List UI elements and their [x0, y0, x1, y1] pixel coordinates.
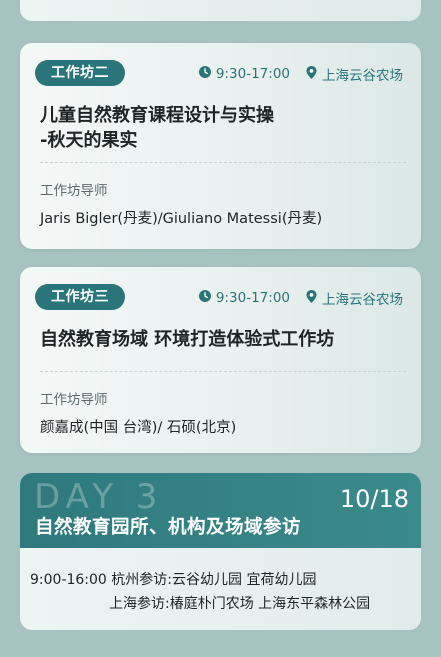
- workshop-location: 上海云谷农场: [322, 292, 403, 308]
- schedule-time: 9:00-16:00: [30, 572, 107, 588]
- schedule-line-2: 上海参访:椿庭朴门农场 上海东平森林公园: [109, 596, 371, 612]
- clock-icon: [198, 290, 211, 306]
- mentor-names: Jaris Bigler(丹麦)/Giuliano Matessi(丹麦): [40, 211, 323, 227]
- workshop-time: 9:30-17:00: [215, 290, 290, 306]
- schedule-line-1: 杭州参访:云谷幼儿园 宜荷幼儿园: [111, 572, 317, 588]
- day3-card[interactable]: DAY 3 10/18 自然教育园所、机构及场域参访 9:00-16:00 杭州…: [20, 473, 421, 630]
- workshop-badge: 工作坊三: [35, 284, 125, 310]
- mentor-names: 颜嘉成(中国 台湾)/ 石硕(北京): [40, 420, 237, 436]
- workshop-location: 上海云谷农场: [322, 68, 403, 84]
- workshop-card-3[interactable]: 工作坊三 9:30-17:00 上海云谷农场 自然教育场域 环境打造体验式工作坊…: [20, 267, 421, 453]
- clock-icon: [198, 66, 211, 82]
- workshop-title: 自然教育场域 环境打造体验式工作坊: [40, 329, 335, 350]
- workshop-title-line-2: -秋天的果实: [40, 130, 138, 151]
- previous-card-bottom: [20, 0, 421, 21]
- mentor-label: 工作坊导师: [40, 183, 108, 199]
- workshop-badge: 工作坊二: [35, 60, 125, 86]
- day3-header: DAY 3 10/18 自然教育园所、机构及场域参访: [20, 473, 421, 548]
- location-pin-icon: [306, 289, 317, 307]
- workshop-meta: 9:30-17:00 上海云谷农场: [198, 288, 403, 308]
- workshop-meta: 9:30-17:00 上海云谷农场: [198, 64, 403, 84]
- day3-title: 自然教育园所、机构及场域参访: [35, 517, 302, 538]
- divider: [40, 162, 406, 163]
- day3-watermark: DAY 3: [34, 477, 164, 517]
- day3-date: 10/18: [339, 485, 409, 513]
- day3-schedule: 9:00-16:00 杭州参访:云谷幼儿园 宜荷幼儿园 上海参访:椿庭朴门农场 …: [30, 568, 370, 616]
- workshop-card-2[interactable]: 工作坊二 9:30-17:00 上海云谷农场 儿童自然教育课程设计与实操 -秋天…: [20, 43, 421, 249]
- workshop-time: 9:30-17:00: [215, 66, 290, 82]
- divider: [40, 371, 406, 372]
- mentor-label: 工作坊导师: [40, 392, 108, 408]
- workshop-title-line-1: 儿童自然教育课程设计与实操: [40, 105, 274, 126]
- location-pin-icon: [306, 65, 317, 83]
- workshop-title: 儿童自然教育课程设计与实操 -秋天的果实: [40, 103, 274, 153]
